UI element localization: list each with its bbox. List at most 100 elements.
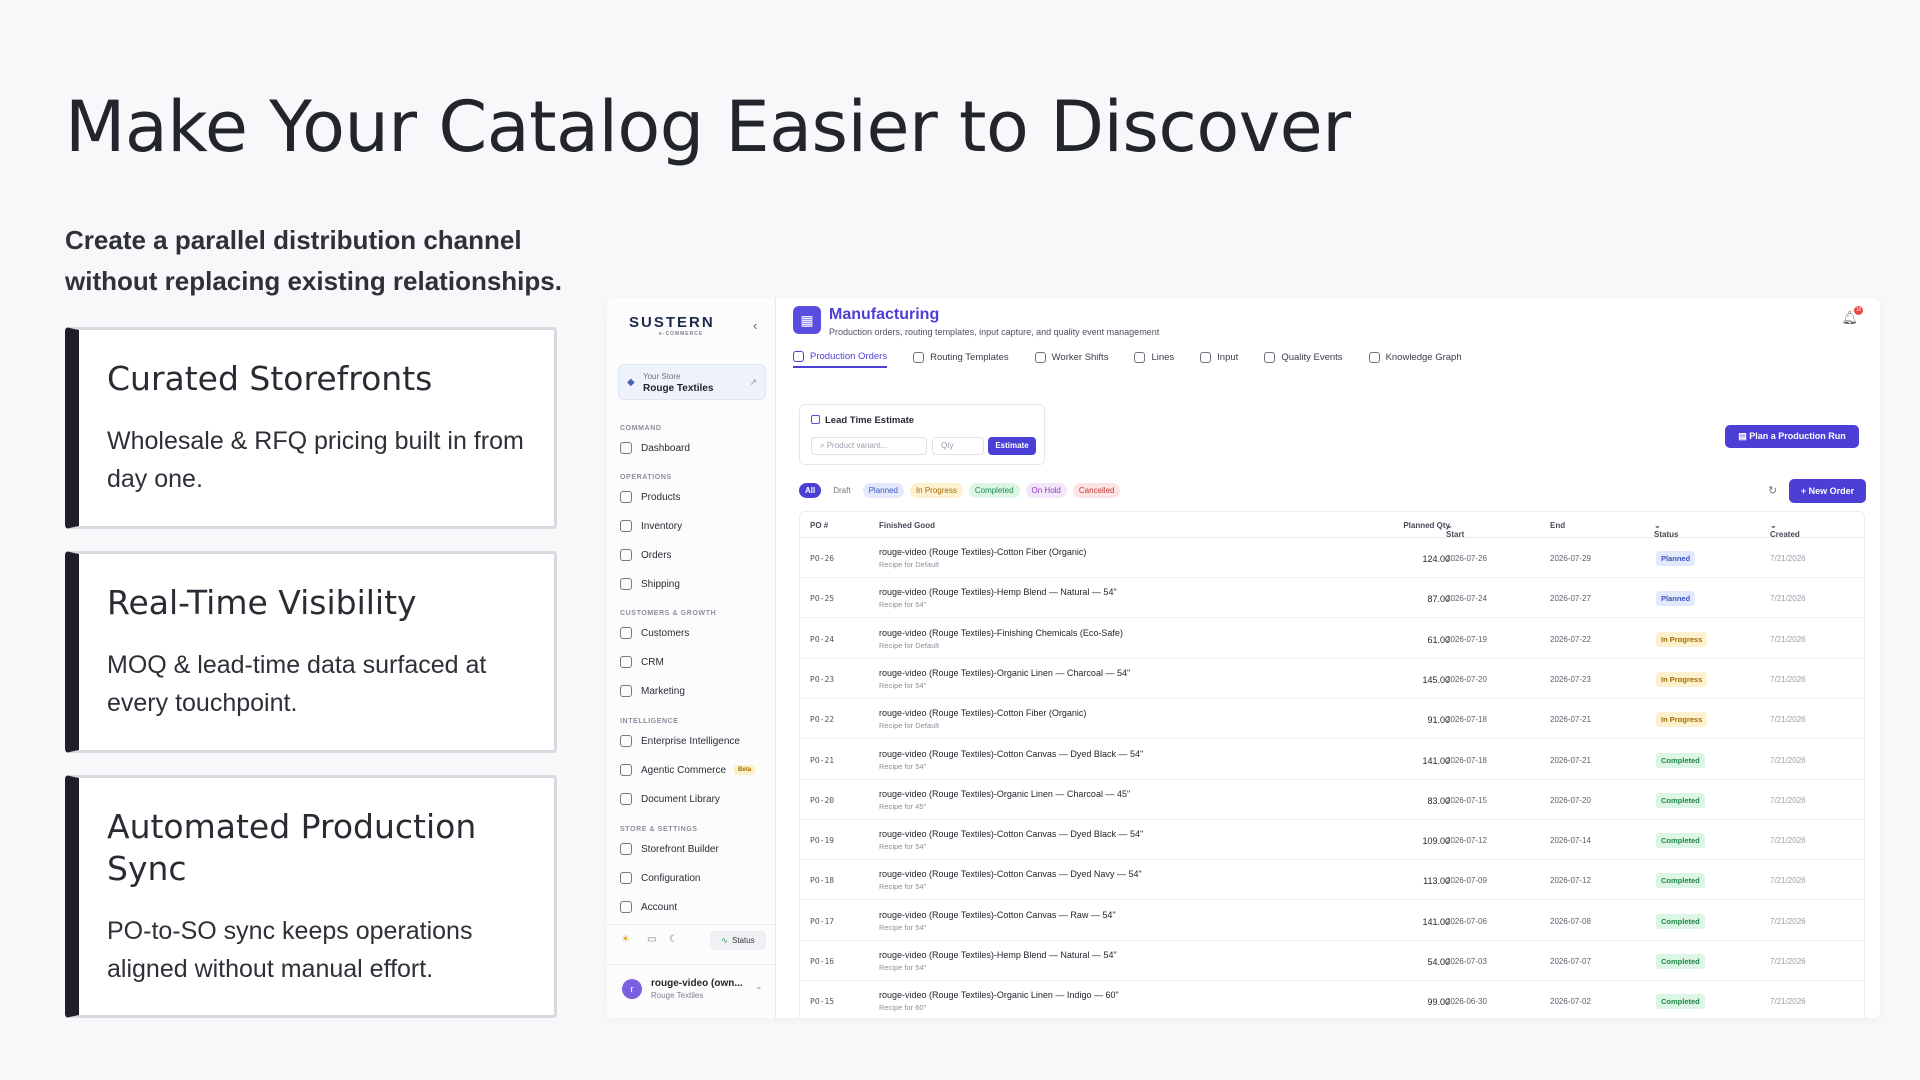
po-number: PO-26 (810, 554, 835, 563)
chevron-down-icon: ⌄ (755, 981, 763, 991)
users-icon (620, 627, 632, 639)
col-start[interactable]: Start ⌄ (1446, 521, 1464, 539)
sidebar-item-account[interactable]: Account (620, 898, 770, 916)
created-date: 7/21/2026 (1770, 957, 1806, 966)
table-row[interactable]: PO-22 rouge-video (Rouge Textiles)-Cotton… (800, 699, 1864, 740)
moon-icon[interactable]: ☾ (669, 934, 678, 945)
filter-cancelled[interactable]: Cancelled (1072, 483, 1121, 498)
collapse-sidebar-icon[interactable]: ‹ (753, 318, 757, 333)
new-order-button[interactable]: + New Order (1789, 479, 1866, 503)
table-header: PO # Finished Good Planned Qty Start ⌄ E… (800, 512, 1864, 539)
col-po[interactable]: PO # (810, 521, 828, 530)
created-date: 7/21/2026 (1770, 795, 1806, 805)
sidebar-item-agentic-commerce[interactable]: Agentic Commerce Beta (620, 761, 770, 779)
recipe: Recipe for 54" (879, 922, 927, 932)
table-row[interactable]: PO-26 rouge-video (Rouge Textiles)-Cotton… (800, 538, 1864, 578)
table-row[interactable]: PO-20 rouge-video (Rouge Textiles)-Organi… (800, 780, 1864, 820)
col-finished-good[interactable]: Finished Good (879, 521, 935, 530)
lead-time-title: Lead Time Estimate (811, 415, 914, 426)
finished-good: rouge-video (Rouge Textiles)-Finishing C… (879, 627, 1123, 638)
finished-good: rouge-video (Rouge Textiles)-Cotton Canv… (879, 748, 1144, 759)
table-row[interactable]: PO-25 rouge-video (Rouge Textiles)-Hemp B… (800, 578, 1864, 619)
box-icon (620, 491, 632, 503)
sidebar-item-marketing[interactable]: Marketing (620, 682, 770, 700)
tab-lines[interactable]: Lines (1134, 346, 1174, 368)
store-switcher[interactable]: ◆ Your Store Rouge Textiles ↗ (618, 364, 766, 400)
status-button[interactable]: ∿ Status (710, 931, 766, 950)
end-date: 2026-07-23 (1550, 674, 1591, 684)
sidebar-item-configuration[interactable]: Configuration (620, 869, 770, 887)
table-row[interactable]: PO-16 rouge-video (Rouge Textiles)-Hemp B… (800, 941, 1864, 981)
start-date: 2026-07-19 (1446, 634, 1487, 644)
filter-completed[interactable]: Completed (968, 483, 1020, 498)
section-customers: CUSTOMERS & GROWTH (620, 610, 717, 617)
col-created[interactable]: Created ⌄ (1770, 521, 1800, 539)
headline: Make Your Catalog Easier to Discover (65, 86, 1351, 168)
table-row[interactable]: PO-21 rouge-video (Rouge Textiles)-Cotton… (800, 740, 1864, 780)
status-badge: Completed (1656, 792, 1705, 808)
sidebar-item-crm[interactable]: CRM (620, 653, 770, 671)
product-variant-input[interactable]: ⌕ Product variant... (811, 437, 927, 455)
start-date: 2026-06-30 (1446, 997, 1487, 1007)
monitor-icon[interactable]: ▭ (647, 934, 656, 945)
start-date: 2026-07-20 (1446, 674, 1487, 684)
sidebar-item-customers[interactable]: Customers (620, 624, 770, 642)
sidebar-item-dashboard[interactable]: Dashboard (620, 439, 770, 457)
finished-good: rouge-video (Rouge Textiles)-Hemp Blend … (879, 587, 1117, 598)
start-date: 2026-07-26 (1446, 554, 1487, 563)
col-status[interactable]: Status ⌄ (1654, 521, 1678, 539)
tab-input[interactable]: Input (1200, 346, 1238, 368)
book-icon (620, 793, 632, 805)
chart-icon (620, 735, 632, 747)
user-menu[interactable]: r rouge-video (own... Rouge Textiles ⌄ (607, 964, 776, 1018)
palette-icon (620, 843, 632, 855)
store-name: Rouge Textiles (643, 383, 714, 394)
planned-qty: 91.00 (1427, 715, 1450, 726)
sidebar-item-document-library[interactable]: Document Library (620, 790, 770, 808)
recipe: Recipe for 60" (879, 1003, 927, 1013)
sidebar-item-storefront-builder[interactable]: Storefront Builder (620, 840, 770, 858)
table-row[interactable]: PO-17 rouge-video (Rouge Textiles)-Cotton… (800, 901, 1864, 941)
store-icon: ◆ (627, 377, 635, 388)
external-link-icon[interactable]: ↗ (749, 377, 757, 388)
recipe: Recipe for 54" (879, 963, 927, 972)
sun-icon[interactable]: ☀ (621, 934, 630, 945)
production-orders-table: PO # Finished Good Planned Qty Start ⌄ E… (799, 511, 1865, 1018)
filter-in-progress[interactable]: In Progress (909, 483, 963, 498)
qty-input[interactable]: Qty (932, 437, 984, 455)
sidebar-item-inventory[interactable]: Inventory (620, 517, 770, 535)
col-planned-qty[interactable]: Planned Qty (1380, 521, 1450, 530)
tab-production-orders[interactable]: Production Orders (793, 346, 888, 368)
table-row[interactable]: PO-23 rouge-video (Rouge Textiles)-Organi… (800, 659, 1864, 699)
feature-card-storefronts: Curated Storefronts Wholesale & RFQ pric… (65, 327, 557, 529)
filter-planned[interactable]: Planned (862, 483, 904, 498)
refresh-icon[interactable]: ↻ (1768, 484, 1777, 497)
end-date: 2026-07-27 (1550, 594, 1591, 604)
gear-icon (620, 872, 632, 884)
planned-qty: 124.00 (1422, 554, 1450, 564)
col-end[interactable]: End (1550, 521, 1565, 530)
tab-knowledge-graph[interactable]: Knowledge Graph (1368, 346, 1462, 368)
sidebar-item-products[interactable]: Products (620, 488, 770, 506)
end-date: 2026-07-02 (1550, 997, 1591, 1007)
table-row[interactable]: PO-19 rouge-video (Rouge Textiles)-Cotton… (800, 820, 1864, 861)
table-row[interactable]: PO-18 rouge-video (Rouge Textiles)-Cotton… (800, 860, 1864, 901)
tab-routing-templates[interactable]: Routing Templates (913, 346, 1009, 368)
estimate-button[interactable]: Estimate (988, 437, 1036, 455)
plan-production-run-button[interactable]: ▤ Plan a Production Run (1725, 425, 1859, 448)
sidebar-item-enterprise-intelligence[interactable]: Enterprise Intelligence (620, 732, 770, 750)
megaphone-icon (620, 685, 632, 697)
filter-all[interactable]: All (799, 483, 822, 498)
sidebar-item-shipping[interactable]: Shipping (620, 575, 770, 593)
filter-draft[interactable]: Draft (827, 483, 856, 498)
sidebar-item-orders[interactable]: Orders (620, 546, 770, 564)
table-row[interactable]: PO-24 rouge-video (Rouge Textiles)-Finish… (800, 619, 1864, 659)
filter-on-hold[interactable]: On Hold (1025, 483, 1067, 498)
bell-icon[interactable]: 🔔︎ 10 (1841, 306, 1863, 326)
tab-quality-events[interactable]: Quality Events (1264, 346, 1343, 368)
table-row[interactable]: PO-15 rouge-video (Rouge Textiles)-Organi… (800, 981, 1864, 1018)
created-date: 7/21/2026 (1770, 916, 1806, 926)
tab-worker-shifts[interactable]: Worker Shifts (1034, 346, 1108, 368)
status-badge: Completed (1656, 873, 1705, 889)
po-number: PO-17 (810, 916, 835, 926)
